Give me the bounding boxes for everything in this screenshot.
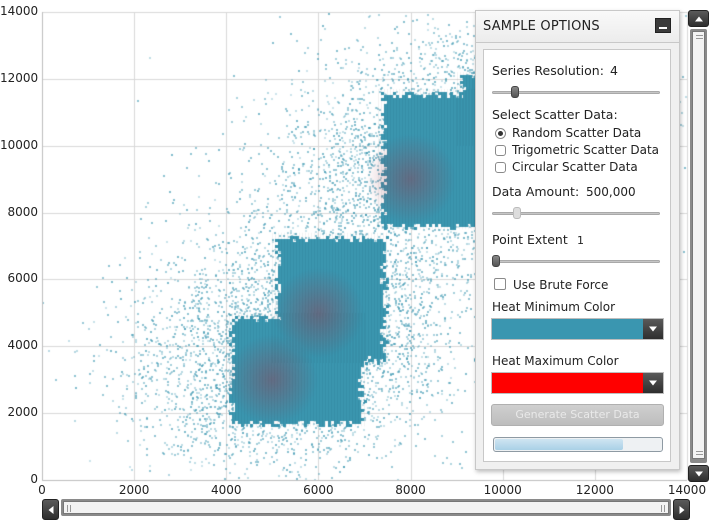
y-tick-label: 12000 (0, 70, 39, 85)
grip-icon (696, 38, 703, 39)
y-tick-label: 2000 (7, 405, 38, 420)
x-tick-label: 6000 (303, 483, 334, 497)
x-tick-label: 10000 (483, 483, 522, 497)
heat-max-color-dropdown[interactable] (491, 372, 664, 394)
point-extent-slider[interactable] (492, 255, 660, 267)
slider-thumb[interactable] (512, 207, 521, 219)
option-label: Random Scatter Data (512, 126, 642, 140)
grip-icon (661, 505, 662, 512)
heat-max-label: Heat Maximum Color (492, 354, 619, 368)
grip-icon (696, 454, 703, 455)
scroll-right-button[interactable] (673, 499, 690, 520)
progress-bar (493, 437, 663, 452)
data-amount-value: 500,000 (586, 185, 636, 199)
panel-title: SAMPLE OPTIONS (483, 19, 600, 34)
y-tick-label: 14000 (0, 4, 39, 18)
dropdown-button[interactable] (643, 319, 663, 339)
slider-thumb[interactable] (511, 86, 520, 98)
vertical-scroll-track[interactable] (690, 29, 707, 463)
series-resolution-label: Series Resolution: (492, 63, 604, 78)
sample-options-panel: SAMPLE OPTIONS Series Resolution: 4 Sele… (475, 10, 680, 470)
x-tick-label: 0 (38, 483, 46, 497)
y-tick-label: 6000 (7, 271, 38, 286)
arrow-up-icon (694, 16, 703, 21)
point-extent-value: 1 (577, 234, 584, 247)
option-label: Trigometric Scatter Data (512, 143, 660, 157)
grip-icon (70, 505, 71, 512)
grip-icon (67, 505, 68, 512)
arrow-left-icon (48, 505, 53, 514)
minimize-button[interactable] (655, 18, 671, 33)
slider-thumb[interactable] (492, 255, 500, 267)
x-tick-label: 14000 (667, 483, 707, 497)
scroll-down-button[interactable] (688, 465, 709, 482)
arrow-down-icon (694, 471, 703, 476)
arrow-right-icon (679, 505, 684, 514)
x-tick-label: 4000 (211, 483, 242, 497)
scroll-left-button[interactable] (42, 499, 59, 520)
chevron-down-icon (649, 326, 657, 332)
dropdown-button[interactable] (643, 373, 663, 393)
radio-circular-scatter[interactable] (495, 162, 506, 173)
grip-icon (696, 35, 703, 36)
scroll-up-button[interactable] (688, 10, 709, 27)
panel-body: Series Resolution: 4 Select Scatter Data… (483, 49, 671, 462)
brute-force-checkbox[interactable] (494, 278, 506, 290)
generate-scatter-data-button[interactable]: Generate Scatter Data (491, 404, 664, 426)
x-tick-label: 12000 (575, 483, 614, 497)
heat-min-label: Heat Minimum Color (492, 300, 616, 314)
y-tick-label: 4000 (7, 338, 38, 353)
y-tick-label: 8000 (7, 204, 38, 219)
chevron-down-icon (649, 380, 657, 386)
series-resolution-value: 4 (610, 63, 618, 78)
panel-header: SAMPLE OPTIONS (476, 11, 679, 43)
horizontal-scroll-track[interactable] (61, 499, 671, 516)
x-tick-label: 8000 (395, 483, 426, 497)
data-amount-label: Data Amount: (492, 184, 580, 199)
radio-random-scatter[interactable] (495, 128, 506, 139)
data-amount-slider[interactable] (492, 207, 660, 219)
select-scatter-label: Select Scatter Data: (492, 107, 618, 122)
grip-icon (664, 505, 665, 512)
radio-trigometric-scatter[interactable] (495, 145, 506, 156)
series-resolution-slider[interactable] (492, 86, 660, 98)
vertical-scrollbar[interactable] (688, 10, 709, 482)
option-label: Circular Scatter Data (512, 160, 638, 174)
horizontal-scrollbar[interactable] (42, 497, 690, 520)
vertical-scroll-thumb[interactable] (692, 31, 705, 459)
horizontal-scroll-thumb[interactable] (63, 501, 669, 514)
brute-force-label: Use Brute Force (513, 278, 609, 292)
point-extent-label: Point Extent (492, 232, 568, 247)
heat-min-color-dropdown[interactable] (491, 318, 664, 340)
grip-icon (696, 451, 703, 452)
x-tick-label: 2000 (118, 483, 150, 497)
progress-fill (495, 439, 623, 450)
y-tick-label: 10000 (0, 137, 39, 152)
